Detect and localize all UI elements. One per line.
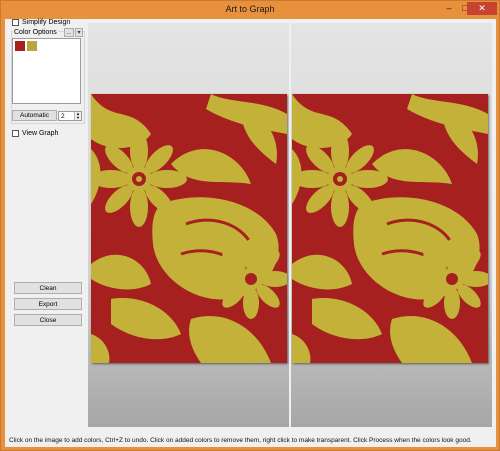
- simplify-design-label: Simplify Design: [22, 19, 71, 26]
- window-title: Art to Graph: [225, 4, 275, 14]
- colors-dropdown-button[interactable]: ▾: [75, 28, 83, 37]
- export-button[interactable]: Export: [14, 298, 82, 310]
- status-text: Click on the image to add colors, Ctrl+Z…: [9, 436, 472, 444]
- floral-pattern-processed[interactable]: [292, 94, 488, 363]
- processed-image[interactable]: [292, 94, 488, 363]
- spin-down-icon[interactable]: ▼: [76, 116, 80, 120]
- color-swatch[interactable]: [15, 41, 25, 51]
- source-image[interactable]: [91, 94, 287, 363]
- clean-button[interactable]: Clean: [14, 282, 82, 294]
- processed-image-viewer[interactable]: [291, 23, 492, 427]
- source-image-viewer[interactable]: [88, 23, 289, 427]
- view-graph-checkbox[interactable]: View Graph: [12, 130, 58, 137]
- color-count-value: 2: [61, 112, 65, 120]
- color-options-label: Color Options: [13, 29, 58, 36]
- client-area: Simplify Design Color Options ... ▾ Auto…: [5, 19, 496, 447]
- color-list[interactable]: [12, 38, 81, 104]
- simplify-design-checkbox[interactable]: Simplify Design: [12, 19, 70, 26]
- title-bar[interactable]: Art to Graph – □ ✕: [1, 1, 499, 19]
- app-window: Art to Graph – □ ✕ Simplify Design Color…: [0, 0, 500, 451]
- automatic-button[interactable]: Automatic: [12, 110, 57, 121]
- close-window-button[interactable]: ✕: [467, 2, 497, 15]
- status-bar: Click on the image to add colors, Ctrl+Z…: [5, 433, 496, 447]
- minimize-button[interactable]: –: [441, 1, 457, 15]
- ellipsis-button[interactable]: ...: [64, 28, 74, 37]
- checkbox-box[interactable]: [12, 130, 19, 137]
- close-button[interactable]: Close: [14, 314, 82, 326]
- view-graph-label: View Graph: [22, 130, 59, 137]
- checkbox-box[interactable]: [12, 19, 19, 26]
- floral-pattern-original[interactable]: [91, 94, 287, 363]
- color-swatch[interactable]: [27, 41, 37, 51]
- spin-buttons[interactable]: ▲ ▼: [74, 112, 81, 120]
- color-count-stepper[interactable]: 2 ▲ ▼: [58, 111, 82, 121]
